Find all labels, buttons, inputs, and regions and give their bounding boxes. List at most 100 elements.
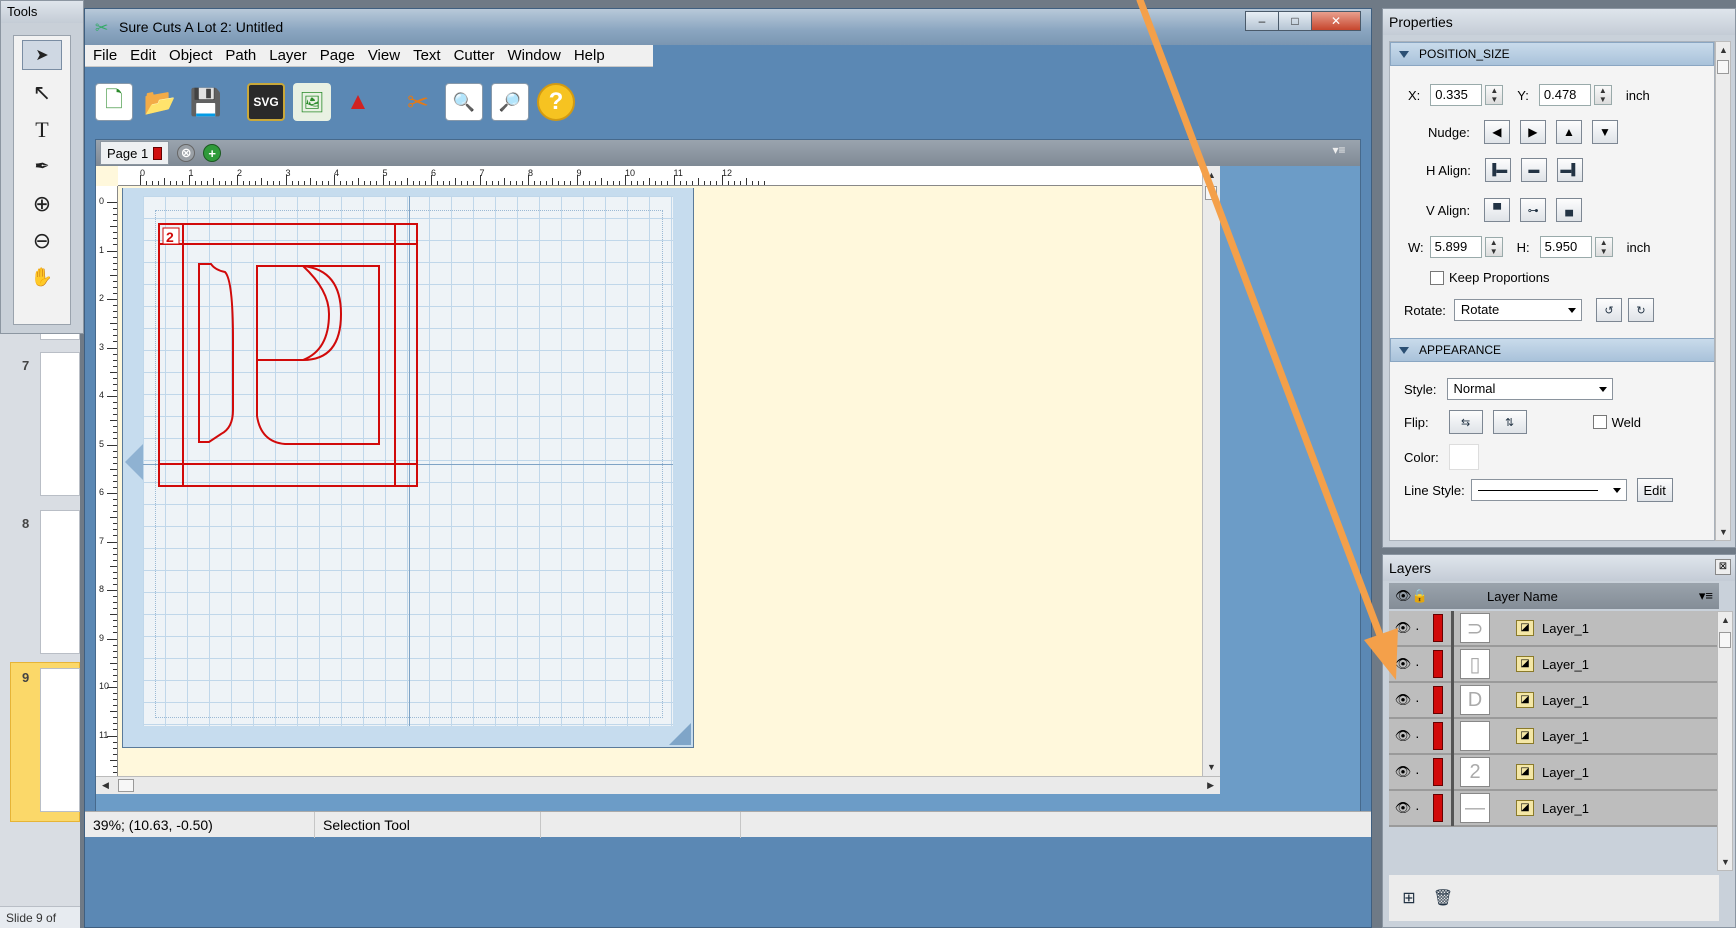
nudge-left-button[interactable]: ◀: [1483, 120, 1510, 144]
close-button[interactable]: ✕: [1311, 11, 1361, 31]
align-left-button[interactable]: ▐▬: [1484, 158, 1511, 182]
align-top-button[interactable]: ▀: [1484, 198, 1511, 222]
cutting-mat[interactable]: 2: [122, 188, 694, 748]
slide-thumbnail[interactable]: [40, 352, 80, 496]
scroll-down-icon[interactable]: ▼: [1721, 857, 1730, 867]
preview-page-button[interactable]: 🔎: [491, 83, 529, 121]
flip-vertical-button[interactable]: ⇅: [1492, 410, 1527, 434]
layers-close-button[interactable]: ⊠: [1715, 559, 1731, 575]
layer-row[interactable]: 👁 · D ◪ Layer_1: [1389, 682, 1719, 719]
add-page-button[interactable]: +: [203, 144, 222, 162]
maximize-button[interactable]: □: [1278, 11, 1312, 31]
weld-checkbox[interactable]: [1592, 415, 1607, 429]
eye-icon[interactable]: 👁: [1391, 656, 1415, 672]
title-bar[interactable]: ✂ Sure Cuts A Lot 2: Untitled – □ ✕: [85, 9, 1371, 45]
preview-button[interactable]: 🔍: [445, 83, 483, 121]
layer-name[interactable]: Layer_1: [1542, 801, 1589, 816]
x-spinner[interactable]: ▲ ▼: [1485, 85, 1504, 105]
layer-row[interactable]: 👁 · 2 ◪ Layer_1: [1389, 754, 1719, 791]
menu-path[interactable]: Path: [225, 47, 256, 64]
y-spinner[interactable]: ▲ ▼: [1593, 85, 1612, 105]
eye-icon[interactable]: 👁: [1391, 692, 1415, 708]
align-center-h-button[interactable]: ▬: [1520, 158, 1547, 182]
page-tab-menu-button[interactable]: ▾≡: [1324, 143, 1354, 163]
save-button[interactable]: 💾: [187, 83, 225, 121]
align-bottom-button[interactable]: ▄: [1556, 198, 1583, 222]
canvas[interactable]: 0123456789101112 0123456789101112 2: [96, 166, 1202, 776]
eye-icon[interactable]: 👁: [1391, 764, 1415, 780]
menu-file[interactable]: File: [93, 47, 117, 64]
menu-layer[interactable]: Layer: [269, 47, 307, 64]
layers-scrollbar[interactable]: ▲ ▼: [1717, 611, 1733, 871]
layer-name[interactable]: Layer_1: [1542, 693, 1589, 708]
eye-icon[interactable]: 👁: [1391, 620, 1415, 636]
layer-color-swatch[interactable]: [1433, 758, 1443, 786]
menu-page[interactable]: Page: [320, 47, 355, 64]
close-page-button[interactable]: ⊗: [177, 144, 196, 162]
layer-color-swatch[interactable]: [1433, 686, 1443, 714]
menu-window[interactable]: Window: [507, 47, 560, 64]
layer-name[interactable]: Layer_1: [1542, 657, 1589, 672]
slide-thumbnail[interactable]: [40, 510, 80, 654]
nudge-right-button[interactable]: ▶: [1519, 120, 1546, 144]
scroll-left-icon[interactable]: ◀: [102, 780, 109, 791]
appearance-section-header[interactable]: APPEARANCE: [1390, 338, 1714, 362]
lock-dot[interactable]: ·: [1415, 692, 1425, 708]
layer-name[interactable]: Layer_1: [1542, 729, 1589, 744]
line-style-select[interactable]: [1470, 479, 1627, 501]
lock-dot[interactable]: ·: [1415, 728, 1425, 744]
tool-text[interactable]: T: [14, 111, 70, 148]
tool-zoom-out[interactable]: ⊖: [14, 222, 70, 259]
properties-scrollbar[interactable]: ▲ ▼: [1715, 41, 1731, 541]
import-image-button[interactable]: 🖼: [293, 83, 331, 121]
nudge-up-button[interactable]: ▲: [1555, 120, 1582, 144]
menu-cutter[interactable]: Cutter: [454, 47, 495, 64]
tool-zoom-in[interactable]: ⊕: [14, 185, 70, 222]
menu-help[interactable]: Help: [574, 47, 605, 64]
style-select[interactable]: Normal: [1446, 378, 1613, 400]
eye-icon[interactable]: 👁: [1391, 800, 1415, 816]
menu-view[interactable]: View: [368, 47, 400, 64]
rotate-select[interactable]: Rotate: [1453, 299, 1582, 321]
layer-color-swatch[interactable]: [1433, 722, 1443, 750]
scroll-thumb[interactable]: [1717, 60, 1729, 74]
slide-thumbnail[interactable]: [40, 668, 80, 812]
cut-button[interactable]: ✂: [399, 83, 437, 121]
flip-horizontal-button[interactable]: ⇆: [1448, 410, 1483, 434]
rotate-left-button[interactable]: ↺: [1595, 298, 1622, 322]
scroll-down-icon[interactable]: ▼: [1719, 527, 1728, 537]
selected-design[interactable]: 2: [153, 220, 423, 490]
w-input[interactable]: 5.899: [1429, 236, 1482, 258]
lock-dot[interactable]: ·: [1415, 800, 1425, 816]
lock-dot[interactable]: ·: [1415, 620, 1425, 636]
lock-dot[interactable]: ·: [1415, 764, 1425, 780]
layer-row[interactable]: 👁 · — ◪ Layer_1: [1389, 790, 1719, 827]
color-swatch[interactable]: [1448, 444, 1479, 470]
line-style-edit-button[interactable]: Edit: [1636, 478, 1673, 502]
layer-color-swatch[interactable]: [1433, 614, 1443, 642]
import-svg-button[interactable]: SVG: [247, 83, 285, 121]
h-spinner[interactable]: ▲ ▼: [1594, 237, 1613, 257]
tool-pen[interactable]: ✒: [14, 148, 70, 185]
new-document-button[interactable]: 🗋: [95, 83, 133, 121]
menu-edit[interactable]: Edit: [130, 47, 156, 64]
canvas-vertical-scrollbar[interactable]: ▲ ▼: [1202, 166, 1220, 776]
tool-node-edit[interactable]: ↖: [14, 74, 70, 111]
scroll-up-icon[interactable]: ▲: [1721, 615, 1730, 625]
add-layer-button[interactable]: ⊞: [1397, 886, 1421, 910]
scroll-thumb[interactable]: [1719, 632, 1731, 648]
scroll-thumb[interactable]: [1205, 186, 1217, 200]
h-input[interactable]: 5.950: [1539, 236, 1592, 258]
layer-color-swatch[interactable]: [1433, 650, 1443, 678]
position-size-section-header[interactable]: POSITION_SIZE: [1390, 42, 1714, 66]
align-right-button[interactable]: ▬▌: [1556, 158, 1583, 182]
help-button[interactable]: ?: [537, 83, 575, 121]
menu-text[interactable]: Text: [413, 47, 441, 64]
y-input[interactable]: 0.478: [1538, 84, 1591, 106]
tool-select[interactable]: ➤: [22, 40, 62, 70]
scroll-right-icon[interactable]: ▶: [1207, 780, 1214, 791]
scroll-down-icon[interactable]: ▼: [1207, 762, 1216, 772]
layer-row[interactable]: 👁 · ▯ ◪ Layer_1: [1389, 646, 1719, 683]
delete-layer-button[interactable]: 🗑: [1431, 886, 1455, 910]
scroll-up-icon[interactable]: ▲: [1719, 45, 1728, 55]
